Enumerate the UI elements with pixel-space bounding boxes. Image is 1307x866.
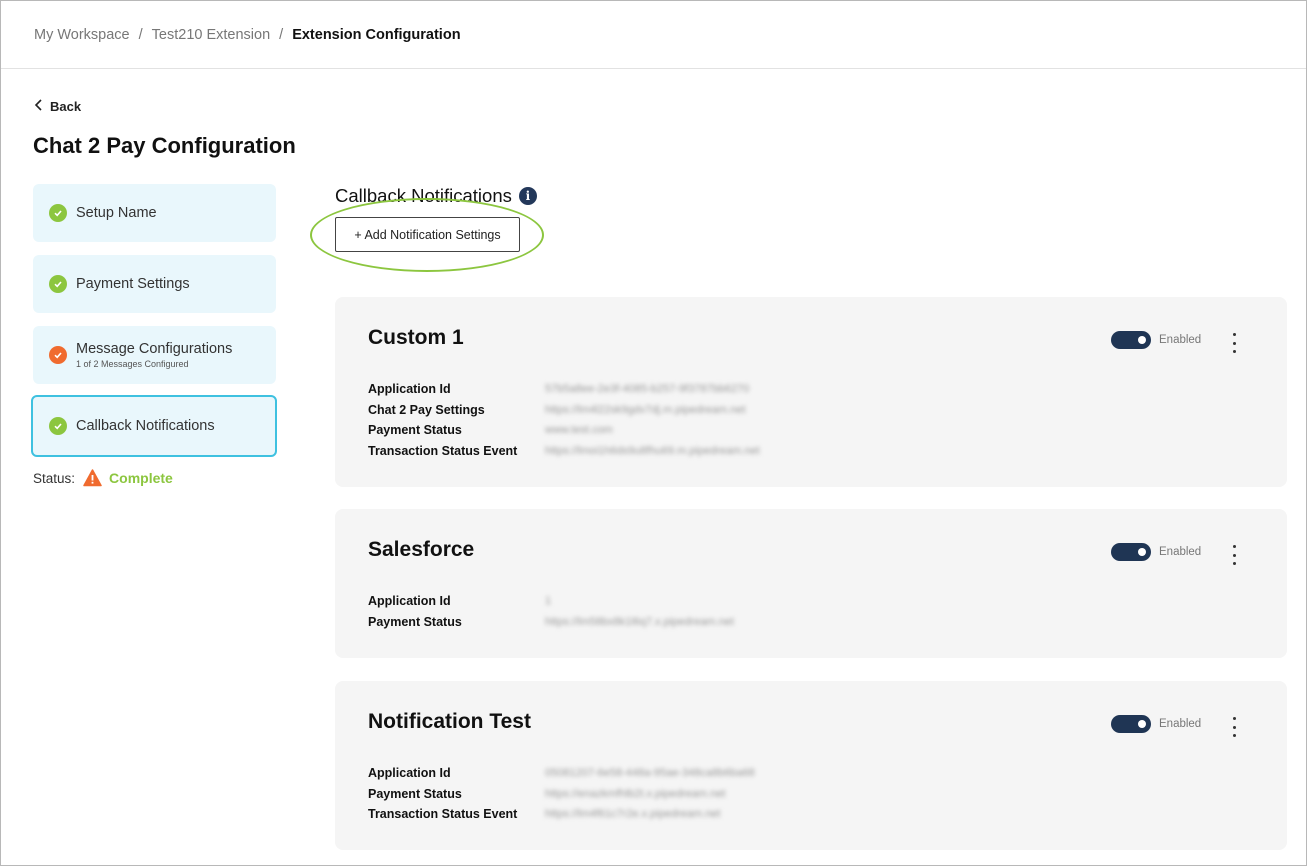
- step-message-configurations[interactable]: Message Configurations 1 of 2 Messages C…: [33, 326, 276, 384]
- more-options-icon[interactable]: [1227, 717, 1241, 737]
- check-circle-icon: [49, 204, 67, 222]
- field-value: https://lm58bx8k1l6q7.x.pipedream.net: [545, 615, 734, 628]
- field-label: Application Id: [368, 382, 451, 397]
- field-row: Application Id 57b5a8ee-2e3f-4085-b257-9…: [368, 379, 760, 400]
- toggle-label: Enabled: [1159, 546, 1202, 558]
- back-label: Back: [50, 99, 82, 114]
- field-label: Chat 2 Pay Settings: [368, 402, 485, 417]
- enabled-toggle-group: Enabled: [1111, 543, 1201, 561]
- breadcrumb-my-workspace[interactable]: My Workspace: [34, 27, 130, 43]
- field-label: Application Id: [368, 766, 451, 781]
- card-fields: Application Id 1 Payment Status https://…: [368, 591, 734, 632]
- step-label: Setup Name: [76, 205, 157, 221]
- field-row: Chat 2 Pay Settings https://lm4l22sk9gdv…: [368, 400, 760, 421]
- field-value: https://lmoi1h6ds9u8fhu69.m.pipedream.ne…: [545, 444, 760, 457]
- check-circle-icon: [49, 346, 67, 364]
- field-label: Transaction Status Event: [368, 807, 518, 822]
- notification-card-salesforce: Salesforce Enabled Application Id 1 Paym…: [335, 509, 1287, 658]
- section-title: Callback Notifications i: [335, 185, 537, 207]
- section-title-text: Callback Notifications: [335, 185, 512, 206]
- more-options-icon[interactable]: [1227, 545, 1241, 565]
- step-label: Payment Settings: [76, 276, 190, 292]
- field-label: Application Id: [368, 594, 451, 609]
- field-row: Payment Status https://enazkmfhlb2t.x.pi…: [368, 784, 755, 805]
- breadcrumb: My Workspace / Test210 Extension / Exten…: [1, 1, 1306, 69]
- add-notification-settings-button[interactable]: + Add Notification Settings: [335, 217, 520, 252]
- step-callback-notifications[interactable]: Callback Notifications: [31, 395, 277, 457]
- step-payment-settings[interactable]: Payment Settings: [33, 255, 276, 313]
- notification-card-notification-test: Notification Test Enabled Application Id…: [335, 681, 1287, 850]
- card-fields: Application Id 57b5a8ee-2e3f-4085-b257-9…: [368, 379, 760, 461]
- enabled-toggle-group: Enabled: [1111, 715, 1201, 733]
- step-sublabel: 1 of 2 Messages Configured: [76, 359, 189, 369]
- field-value: https://lm4l22sk9gdv7dj.m.pipedream.net: [545, 403, 746, 416]
- enabled-toggle[interactable]: [1111, 543, 1151, 561]
- back-link[interactable]: Back: [34, 99, 81, 114]
- toggle-label: Enabled: [1159, 718, 1202, 730]
- check-circle-icon: [49, 275, 67, 293]
- notification-card-custom-1: Custom 1 Enabled Application Id 57b5a8ee…: [335, 297, 1287, 487]
- breadcrumb-separator: /: [138, 26, 143, 43]
- field-row: Transaction Status Event https://lmoi1h6…: [368, 441, 760, 462]
- card-title: Custom 1: [368, 326, 464, 349]
- enabled-toggle[interactable]: [1111, 331, 1151, 349]
- field-label: Transaction Status Event: [368, 443, 518, 458]
- field-value: https://enazkmfhlb2t.x.pipedream.net: [545, 787, 726, 800]
- card-title: Salesforce: [368, 538, 475, 561]
- field-value: https://lm4f61c7r2e.x.pipedream.net: [545, 808, 721, 821]
- warning-icon: [83, 469, 102, 487]
- field-row: Application Id 05081207-6e58-448a-95ae-3…: [368, 763, 755, 784]
- card-fields: Application Id 05081207-6e58-448a-95ae-3…: [368, 763, 755, 825]
- breadcrumb-current: Extension Configuration: [292, 26, 461, 43]
- card-title: Notification Test: [368, 710, 531, 733]
- breadcrumb-separator: /: [279, 26, 284, 43]
- field-label: Payment Status: [368, 786, 462, 801]
- enabled-toggle-group: Enabled: [1111, 331, 1201, 349]
- field-label: Payment Status: [368, 423, 462, 438]
- more-options-icon[interactable]: [1227, 333, 1241, 353]
- field-value: 57b5a8ee-2e3f-4085-b257-9f3787bb6270: [545, 383, 750, 396]
- field-row: Payment Status https://lm58bx8k1l6q7.x.p…: [368, 612, 734, 633]
- step-label: Message Configurations: [76, 341, 233, 357]
- info-icon[interactable]: i: [518, 187, 537, 205]
- status-label: Status:: [33, 470, 76, 486]
- breadcrumb-extension[interactable]: Test210 Extension: [152, 27, 271, 43]
- step-setup-name[interactable]: Setup Name: [33, 184, 276, 242]
- check-circle-icon: [49, 417, 67, 435]
- toggle-label: Enabled: [1159, 334, 1202, 346]
- page-title: Chat 2 Pay Configuration: [33, 133, 296, 158]
- chevron-left-icon: [34, 99, 44, 114]
- enabled-toggle[interactable]: [1111, 715, 1151, 733]
- field-label: Payment Status: [368, 614, 462, 629]
- field-value: 1: [545, 595, 552, 608]
- field-value: www.test.com: [545, 424, 613, 437]
- field-value: 05081207-6e58-448a-95ae-348ca8b6ba68: [545, 767, 755, 780]
- status-row: Status: Complete: [33, 469, 173, 487]
- field-row: Payment Status www.test.com: [368, 420, 760, 441]
- status-badge: Complete: [109, 470, 173, 486]
- field-row: Transaction Status Event https://lm4f61c…: [368, 804, 755, 825]
- field-row: Application Id 1: [368, 591, 734, 612]
- step-label: Callback Notifications: [76, 418, 215, 434]
